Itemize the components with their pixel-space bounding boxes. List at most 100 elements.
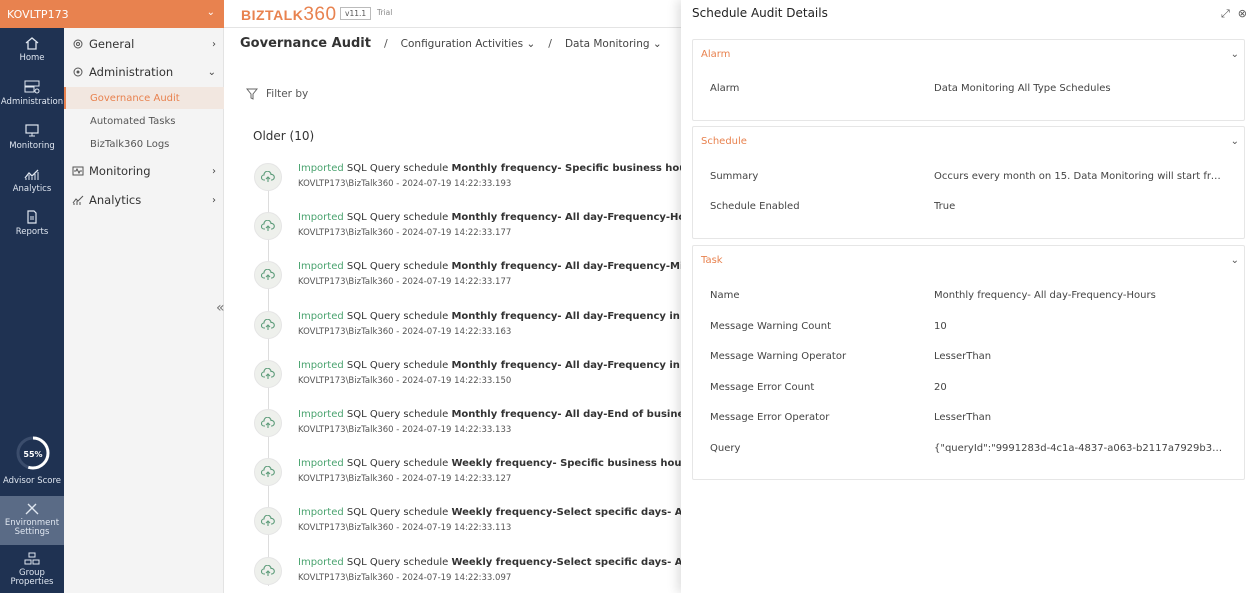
admin-gear-icon [73,67,83,77]
item-meta: KOVLTP173\BizTalk360 - 2024-07-19 14:22:… [298,425,512,435]
message-error-operator-value: LesserThan [934,412,992,423]
cloud-upload-icon [254,163,282,191]
chevron-right-icon: › [212,38,216,50]
item-name: Monthly frequency- Specific business hou… [451,163,698,174]
server-gear-icon [24,80,40,94]
timeline-item[interactable]: Imported SQL Query schedule Weekly frequ… [254,556,724,593]
submenu-analytics-label: Analytics [89,193,142,207]
chevron-down-icon: ⌄ [206,7,215,18]
item-kind: SQL Query schedule [346,310,449,322]
rail-monitoring[interactable]: Monitoring [0,124,64,151]
breadcrumb-data-monitoring[interactable]: Data Monitoring ⌄ [565,38,662,50]
analytics-icon [72,195,84,205]
timeline-item[interactable]: Imported SQL Query schedule Monthly freq… [254,409,720,449]
rail-home[interactable]: Home [0,36,64,63]
report-icon [27,210,37,224]
close-icon[interactable]: ⊗ [1238,7,1247,21]
status-text: Imported [298,163,344,174]
rail-analytics[interactable]: Analytics [0,167,64,194]
status-text: Imported [298,507,344,519]
item-kind: SQL Query schedule [346,359,449,371]
submenu-monitoring[interactable]: Monitoring › [64,160,224,182]
environment-selector[interactable]: KOVLTP173 ⌄ [0,0,224,28]
rail-reports-label: Reports [15,227,49,237]
item-name: Monthly frequency- All day-End of busine… [451,409,720,420]
message-warning-operator-label: Message Warning Operator [710,351,847,362]
message-warning-count-label: Message Warning Count [710,320,831,332]
alarm-value: Data Monitoring All Type Schedules [934,83,1111,94]
group-icon [24,552,40,565]
rail-home-label: Home [19,53,45,63]
task-card: Task ⌄ Name Monthly frequency- All day-Fr… [692,245,1245,480]
submenu-analytics[interactable]: Analytics › [64,189,224,211]
item-kind: SQL Query schedule [346,261,449,273]
submenu-administration-label: Administration [89,65,174,79]
rail-administration-label: Administration [0,97,64,107]
item-name: Monthly frequency- All day-Frequency-Hou… [451,212,704,224]
rail-environment-settings-label: Environment Settings [4,518,60,537]
page-title: Governance Audit [240,36,371,51]
chevron-down-icon[interactable]: ⌄ [1231,255,1239,266]
item-meta: KOVLTP173\BizTalk360 - 2024-07-19 14:22:… [298,228,512,239]
submenu-biztalk360-logs[interactable]: BizTalk360 Logs [64,133,224,155]
cloud-upload-icon [254,507,282,536]
schedule-audit-details-panel: Schedule Audit Details ⤢ ⊗ Alarm ⌄ Alarm… [681,0,1251,593]
item-meta: KOVLTP173\BizTalk360 - 2024-07-19 14:22:… [298,572,512,583]
filter-icon [246,88,258,100]
submenu-general-label: General [89,37,135,51]
timeline-item[interactable]: Imported SQL Query schedule Monthly freq… [254,359,728,400]
alarm-label: Alarm [710,83,740,94]
timeline-item[interactable]: Imported SQL Query schedule Weekly frequ… [254,458,692,498]
advisor-score-label: Advisor Score [2,476,62,486]
message-error-operator-label: Message Error Operator [710,412,830,423]
item-name: Monthly frequency- All day-Frequency-Min… [451,261,716,273]
monitor-icon [25,124,39,137]
timeline-item[interactable]: Imported SQL Query schedule Monthly freq… [254,163,697,203]
submenu-automated-tasks[interactable]: Automated Tasks [64,110,224,132]
status-text: Imported [298,556,344,568]
timeline-item[interactable]: Imported SQL Query schedule Weekly frequ… [254,507,724,547]
submenu-general[interactable]: General › [64,33,224,55]
cloud-upload-icon [254,458,282,487]
summary-label: Summary [710,171,759,182]
schedule-card-title: Schedule [701,136,747,147]
panel-title: Schedule Audit Details [692,6,828,20]
expand-icon[interactable]: ⤢ [1221,7,1230,21]
rail-environment-settings[interactable]: Environment Settings [0,496,64,545]
submenu-governance-audit[interactable]: Governance Audit [64,87,224,109]
item-kind: SQL Query schedule [346,556,449,568]
chevron-down-icon: ⌄ [207,66,216,78]
filter-label: Filter by [266,88,309,100]
filter-button[interactable]: Filter by [246,88,308,100]
cloud-upload-icon [254,556,282,585]
task-card-title: Task [701,255,723,266]
rail-administration[interactable]: Administration [0,80,64,107]
cloud-upload-icon [254,359,282,388]
timeline-item[interactable]: Imported SQL Query schedule Monthly freq… [254,310,728,351]
collapse-sidebar-icon[interactable]: « [216,300,225,316]
section-older: Older (10) [253,129,315,143]
item-meta: KOVLTP173\BizTalk360 - 2024-07-19 14:22:… [298,326,512,337]
alarm-card-title: Alarm [701,49,731,60]
timeline-item[interactable]: Imported SQL Query schedule Monthly freq… [254,261,715,301]
item-meta: KOVLTP173\BizTalk360 - 2024-07-19 14:22:… [298,179,512,189]
query-value: {"queryId":"9991283d-4c1a-4837-a063-b211… [934,442,1224,454]
rail-group-properties-label: Group Properties [10,568,54,587]
schedule-card: Schedule ⌄ Summary Occurs every month on… [692,126,1245,239]
status-text: Imported [298,409,344,420]
rail-group-properties[interactable]: Group Properties [0,552,64,587]
chevron-down-icon[interactable]: ⌄ [1231,49,1239,60]
pulse-icon [72,166,84,176]
submenu-administration[interactable]: Administration ⌄ [64,61,224,83]
home-icon [25,37,39,50]
environment-name: KOVLTP173 [7,7,69,21]
rail-reports[interactable]: Reports [0,210,64,237]
chevron-right-icon: › [212,165,216,177]
breadcrumb-configuration-activities[interactable]: Configuration Activities ⌄ [401,38,536,50]
item-kind: SQL Query schedule [346,507,449,519]
analytics-icon [24,169,39,180]
chevron-down-icon[interactable]: ⌄ [1231,136,1239,147]
timeline-item[interactable]: Imported SQL Query schedule Monthly freq… [254,212,703,252]
name-label: Name [710,290,740,301]
item-kind: SQL Query schedule [346,163,449,174]
